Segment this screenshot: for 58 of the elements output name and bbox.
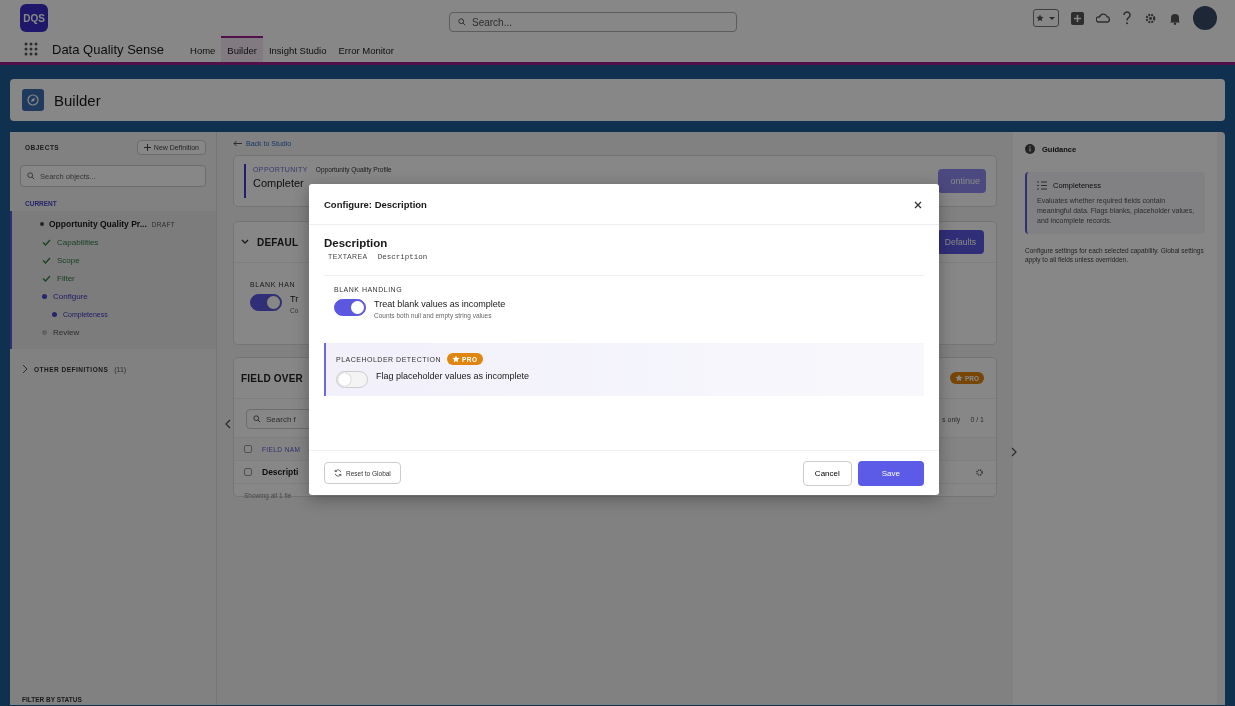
- nav-tab[interactable]: Error Monitor: [332, 36, 400, 62]
- check-icon: [42, 274, 51, 282]
- dialog-title: Configure: Description: [324, 198, 427, 210]
- current-step-dot: [42, 293, 47, 299]
- toggle-label: Flag placeholder values as incomplete: [376, 371, 530, 381]
- checkbox[interactable]: [244, 445, 252, 453]
- checkbox[interactable]: [244, 468, 252, 476]
- page-title: Builder: [54, 91, 101, 109]
- info-icon: [1025, 144, 1035, 154]
- settings-icon[interactable]: [975, 467, 984, 477]
- check-icon: [42, 238, 51, 246]
- current-step-dot: [52, 311, 57, 317]
- search-icon: [27, 172, 35, 180]
- search-field[interactable]: Search...: [449, 12, 737, 32]
- bell-icon[interactable]: [1169, 11, 1181, 25]
- toggle-label: Treat blank values as incomplete: [374, 299, 506, 309]
- arrow-icon: [233, 140, 242, 147]
- search-icon: [458, 18, 466, 26]
- compass-icon: [22, 89, 44, 111]
- settings-icon[interactable]: [1144, 11, 1157, 25]
- toggle-label: Tr: [290, 294, 299, 304]
- cloud-icon[interactable]: [1096, 12, 1110, 24]
- nav-tab[interactable]: Home: [184, 36, 222, 62]
- step-item[interactable]: Review: [12, 323, 216, 341]
- save-button[interactable]: Save: [857, 460, 924, 486]
- help-icon[interactable]: [1122, 11, 1132, 25]
- cancel-button[interactable]: Cancel: [802, 460, 852, 486]
- star-icon: [1034, 14, 1046, 22]
- add-icon[interactable]: [1071, 11, 1084, 25]
- star-icon: [452, 355, 461, 363]
- defaults-button[interactable]: Defaults: [936, 230, 984, 254]
- refresh-icon: [334, 469, 342, 477]
- step-item[interactable]: Capabilities: [12, 233, 216, 251]
- list-icon: [1037, 181, 1047, 190]
- check-icon: [42, 256, 51, 264]
- chevron-icon: [22, 365, 28, 373]
- table-cell: Descripti: [262, 467, 299, 477]
- nav-tab[interactable]: Insight Studio: [262, 36, 333, 62]
- star-icon: [954, 374, 963, 382]
- search-icon: [253, 415, 261, 423]
- step-item[interactable]: Scope: [12, 251, 216, 269]
- plus-icon: [143, 144, 151, 151]
- pending-step-dot: [42, 329, 47, 335]
- app-logo[interactable]: DQS: [20, 4, 48, 32]
- profile-title: Completer: [253, 176, 305, 189]
- chevron-icon[interactable]: [241, 239, 249, 245]
- avatar[interactable]: [1193, 6, 1217, 30]
- favorites-button[interactable]: [1033, 9, 1059, 27]
- step-item[interactable]: Configure: [12, 287, 216, 305]
- app-name: Data Quality Sense: [52, 41, 164, 57]
- card-title: FIELD OVER: [241, 372, 303, 384]
- app-launcher-icon[interactable]: [24, 42, 38, 56]
- field-label: Description: [324, 237, 389, 249]
- card-title: DEFAUL: [257, 236, 299, 248]
- toggle-switch[interactable]: [250, 294, 282, 311]
- nav-tab[interactable]: Builder: [221, 36, 263, 62]
- step-item[interactable]: Filter: [12, 269, 216, 287]
- toggle-switch[interactable]: [334, 299, 366, 316]
